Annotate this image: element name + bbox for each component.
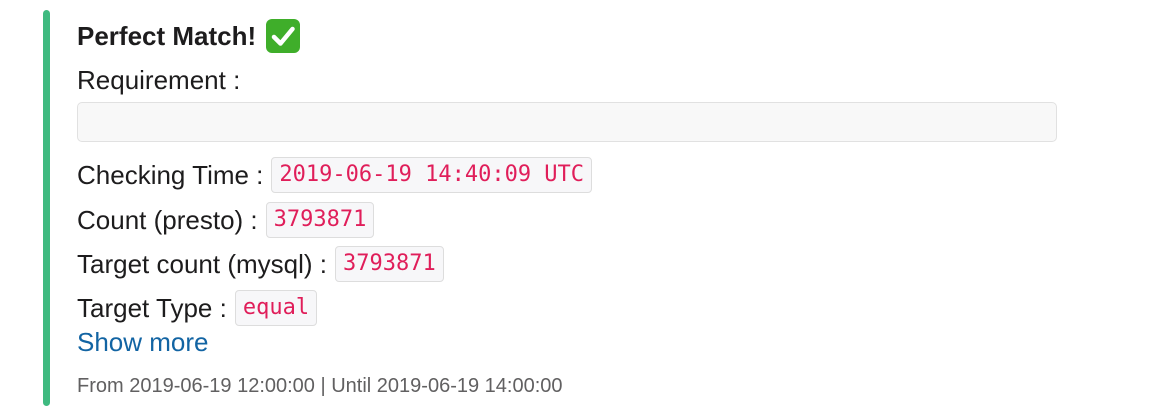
field-label: Target Type : — [77, 293, 227, 323]
field-value-code: equal — [234, 290, 318, 326]
message-attachment: Perfect Match! Requirement : Checking Ti… — [43, 10, 1073, 406]
requirement-line: Requirement : — [77, 62, 240, 98]
attachment-title: Perfect Match! — [77, 18, 301, 54]
requirement-code-block — [77, 102, 1057, 142]
field-label: Count (presto) : — [77, 205, 258, 235]
requirement-label: Requirement : — [77, 65, 241, 95]
field-checking-time: Checking Time : 2019-06-19 14:40:09 UTC — [77, 157, 593, 193]
field-count-presto: Count (presto) : 3793871 — [77, 202, 375, 238]
field-label: Checking Time : — [77, 160, 264, 190]
field-label: Target count (mysql) : — [77, 249, 327, 279]
check-mark-button-icon — [266, 19, 301, 53]
field-value-code: 3793871 — [265, 202, 375, 238]
attachment-footer: From 2019-06-19 12:00:00 | Until 2019-06… — [77, 375, 563, 397]
attachment-color-bar — [43, 10, 50, 406]
field-value-code: 2019-06-19 14:40:09 UTC — [271, 157, 593, 193]
field-target-type: Target Type : equal — [77, 290, 318, 326]
field-value-code: 3793871 — [334, 246, 444, 282]
field-target-count-mysql: Target count (mysql) : 3793871 — [77, 246, 444, 282]
attachment-title-text: Perfect Match! — [77, 21, 257, 51]
show-more-link[interactable]: Show more — [77, 324, 209, 360]
